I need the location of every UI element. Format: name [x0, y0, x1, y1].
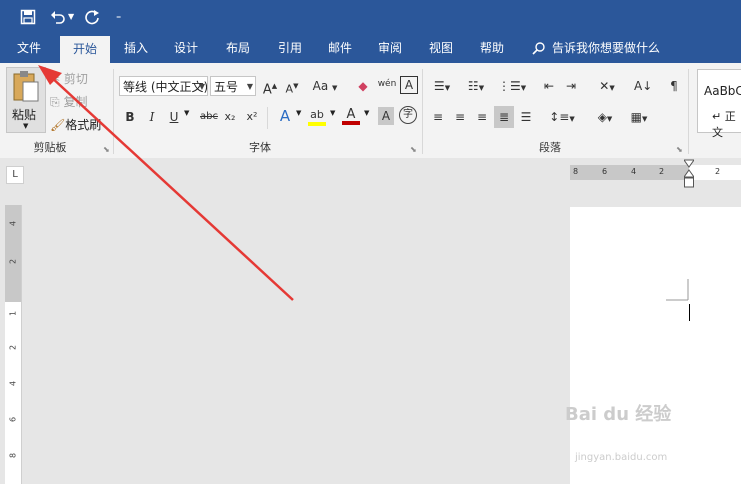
annotation-arrow — [38, 65, 294, 301]
